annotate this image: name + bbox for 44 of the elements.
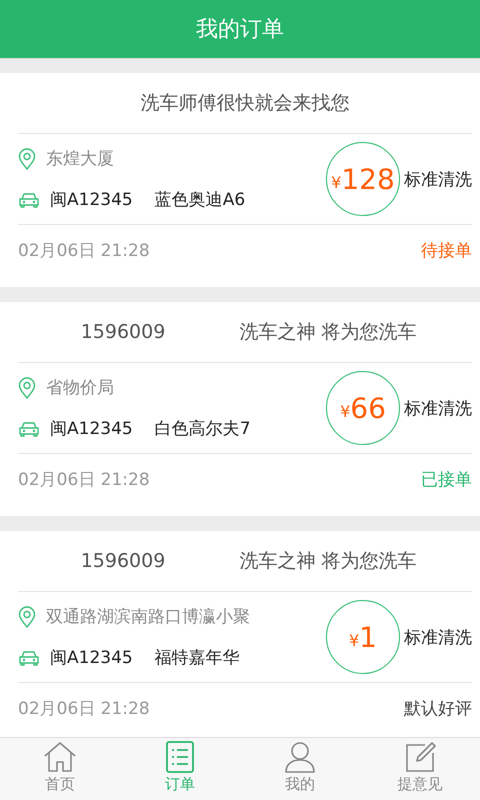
price-circle: ¥1 [326,600,400,674]
tab[interactable]: 提意见 [360,738,480,800]
order-message: 洗车师傅很快就会来找您 [140,91,350,116]
order-time: 02月06日 21:28 [18,469,150,491]
location-pin-icon [18,606,36,628]
order-message: 洗车之神 将为您洗车 [238,320,418,345]
tab[interactable]: 我的 [240,738,360,800]
order-card[interactable]: 1596009 洗车之神 将为您洗车 双通路湖滨南路口博瀛小聚 闽A12345 福特嘉年华 ¥1 标准清洗 02月06日 21:28 默认好评 [0,531,480,737]
service-type: 标准清洗 [404,168,472,190]
location-pin-icon [18,376,36,398]
plate-number: 闽A12345 [50,189,133,211]
car-icon [18,650,40,666]
location-text: 省物价局 [46,377,114,399]
location-pin-icon [18,148,36,170]
order-time: 02月06日 21:28 [18,698,150,720]
order-status: 已接单 [421,469,472,491]
tab[interactable]: 订单 [120,738,240,800]
tab[interactable]: 首页 [0,738,120,800]
order-status: 待接单 [421,240,472,262]
list-icon [163,741,197,773]
plate-number: 闽A12345 [50,647,133,669]
order-number: 1596009 [80,550,166,572]
price-circle: ¥128 [326,142,400,216]
price-circle: ¥66 [326,371,400,445]
order-card[interactable]: 1596009 洗车之神 将为您洗车 省物价局 闽A12345 白色高尔夫7 ¥66 标准清洗 02月06日 21:28 已接单 [0,302,480,516]
location-text: 东煌大厦 [46,148,114,170]
page-title: 我的订单 [196,16,284,44]
car-icon [18,420,40,436]
service-type: 标准清洗 [404,626,472,648]
home-icon [43,741,77,773]
car-icon [18,192,40,208]
edit-icon [403,741,437,773]
car-model: 蓝色奥迪A6 [154,189,246,211]
location-text: 双通路湖滨南路口博瀛小聚 [46,606,250,628]
order-card[interactable]: 洗车师傅很快就会来找您 东煌大厦 闽A12345 蓝色奥迪A6 ¥128 标准清洗 02月06日 21:28 待接单 [0,73,480,287]
order-message: 洗车之神 将为您洗车 [238,549,418,574]
person-icon [283,741,317,773]
car-model: 白色高尔夫7 [154,418,251,440]
car-model: 福特嘉年华 [154,647,240,669]
service-type: 标准清洗 [404,398,472,420]
order-number: 1596009 [80,321,166,343]
order-time: 02月06日 21:28 [18,240,150,262]
order-status: 默认好评 [404,698,472,720]
plate-number: 闽A12345 [50,418,133,440]
